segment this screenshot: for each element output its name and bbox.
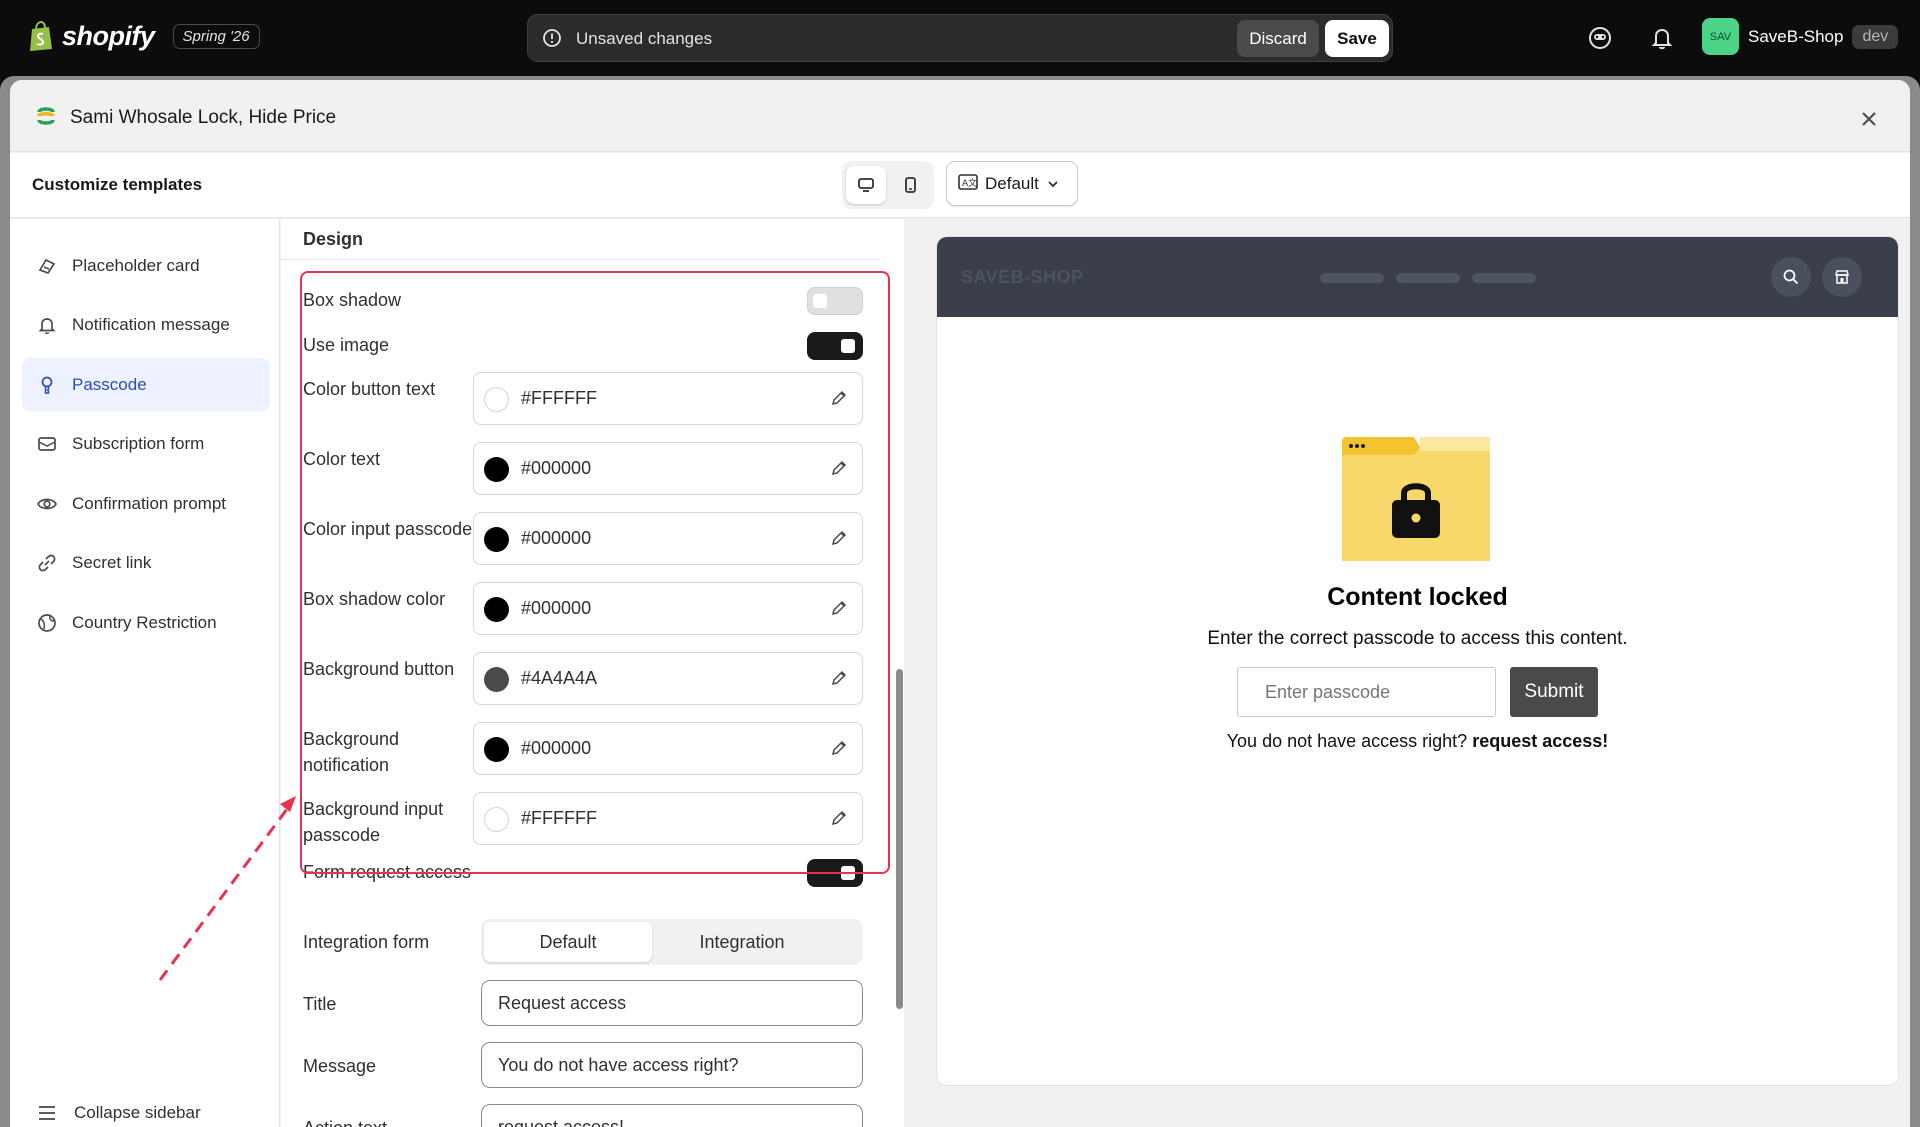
close-icon[interactable]	[1858, 108, 1880, 130]
bell-icon[interactable]	[1648, 24, 1676, 52]
sidebar-item-label: Subscription form	[72, 433, 205, 453]
shopify-wordmark: shopify	[62, 20, 155, 51]
annotation-arrow	[158, 796, 296, 981]
locked-folder-icon	[1342, 437, 1490, 561]
sidebar-item-notification-message[interactable]: Notification message	[22, 298, 270, 351]
mobile-icon	[905, 177, 916, 193]
store-header: SAVEB-SHOP	[937, 237, 1898, 317]
nav-placeholder	[1396, 273, 1460, 283]
collapse-sidebar-label: Collapse sidebar	[74, 1103, 201, 1122]
sidekick-icon[interactable]	[1586, 24, 1614, 52]
preview-area: SAVEB-SHOP Content locked Enter the corr…	[905, 219, 1910, 1127]
sidebar-item-country-restriction[interactable]: Country Restriction	[22, 596, 270, 649]
sidebar-item-label: Notification message	[72, 314, 230, 334]
page-title: Customize templates	[32, 175, 203, 194]
locked-message: Enter the correct passcode to access thi…	[1207, 628, 1628, 649]
message-input[interactable]	[481, 1042, 863, 1088]
store-avatar: SAV	[1702, 18, 1739, 55]
store-brand: SAVEB-SHOP	[961, 267, 1084, 287]
scrollbar-thumb[interactable]	[896, 669, 903, 1009]
shopify-topbar: shopify Spring '26 Unsaved changes Disca…	[0, 0, 1920, 76]
sidebar-item-passcode[interactable]: Passcode	[22, 358, 270, 411]
sidebar-item-confirmation-prompt[interactable]: Confirmation prompt	[22, 477, 270, 530]
mail-icon	[38, 436, 56, 451]
link-icon	[38, 554, 56, 571]
key-icon	[41, 376, 53, 394]
sidebar-item-label: Confirmation prompt	[72, 493, 227, 513]
message-label: Message	[303, 1056, 377, 1076]
sidebar-item-secret-link[interactable]: Secret link	[22, 536, 270, 589]
integration-form-label: Integration form	[303, 932, 430, 952]
sidebar-item-label: Secret link	[72, 552, 152, 572]
submit-button[interactable]: Submit	[1510, 667, 1598, 717]
app-logo-icon	[37, 107, 55, 125]
store-shop-button[interactable]	[1822, 257, 1862, 297]
design-section-title: Design	[303, 229, 364, 249]
desktop-icon	[858, 178, 874, 192]
locked-title: Content locked	[1327, 583, 1508, 611]
chevron-down-icon	[1048, 180, 1058, 187]
highlight-box	[300, 271, 890, 874]
svg-text:文: 文	[968, 177, 977, 189]
sidebar-item-placeholder-card[interactable]: Placeholder card	[22, 239, 270, 292]
divider	[281, 259, 881, 260]
discard-button[interactable]: Discard	[1237, 20, 1319, 57]
title-input[interactable]	[481, 980, 863, 1026]
access-request-line: You do not have access right? request ac…	[937, 731, 1898, 752]
nav-placeholder	[1472, 273, 1536, 283]
save-button[interactable]: Save	[1325, 20, 1389, 57]
passcode-input[interactable]	[1237, 667, 1496, 717]
sidebar-item-label: Passcode	[72, 374, 147, 394]
modal-header: Sami Whosale Lock, Hide Price	[10, 80, 1910, 152]
shopify-bag-icon	[30, 20, 52, 51]
menu-icon	[39, 1106, 55, 1120]
store-icon	[1835, 270, 1849, 284]
customize-toolbar: Customize templates A 文 Default	[10, 153, 1910, 218]
collapse-sidebar-button[interactable]: Collapse sidebar	[22, 1102, 201, 1124]
eye-icon	[37, 498, 57, 509]
design-settings-panel: Design Box shadow Use image Color button…	[281, 219, 904, 1127]
app-title: Sami Whosale Lock, Hide Price	[70, 107, 337, 128]
unsaved-changes-bar: Unsaved changes Discard Save	[527, 14, 1393, 62]
bell-icon	[38, 317, 56, 334]
store-name: SaveB-Shop	[1748, 26, 1844, 46]
sidebar-item-label: Country Restriction	[72, 612, 217, 632]
device-toggle	[842, 161, 934, 209]
integration-option-default[interactable]: Default	[484, 922, 652, 962]
store-dev-badge: dev	[1852, 24, 1899, 49]
card-icon	[38, 258, 56, 274]
access-request-text: You do not have access right?	[1226, 731, 1468, 751]
store-preview: SAVEB-SHOP Content locked Enter the corr…	[937, 237, 1898, 1085]
shopify-logo[interactable]: shopify Spring '26	[28, 20, 260, 52]
language-select[interactable]: A 文 Default	[946, 161, 1078, 206]
alert-circle-icon	[543, 29, 561, 47]
action-text-label: Action text	[303, 1115, 387, 1127]
store-switcher[interactable]: SAV SaveB-Shop dev	[1702, 18, 1899, 55]
desktop-view-button[interactable]	[846, 166, 886, 204]
search-icon	[1783, 269, 1799, 285]
action-text-input[interactable]	[481, 1104, 863, 1127]
unsaved-changes-text: Unsaved changes	[576, 29, 713, 48]
request-access-link[interactable]: request access!	[1472, 731, 1608, 751]
integration-form-segmented: Default Integration	[481, 919, 863, 965]
edition-badge: Spring '26	[172, 23, 260, 49]
title-label: Title	[303, 994, 337, 1014]
sidebar-item-label: Placeholder card	[72, 255, 200, 275]
store-search-button[interactable]	[1771, 257, 1811, 297]
globe-icon	[38, 613, 56, 632]
language-select-value: Default	[985, 173, 1039, 193]
sidebar-item-subscription-form[interactable]: Subscription form	[22, 417, 270, 470]
integration-option-integration[interactable]: Integration	[658, 922, 826, 962]
template-sidebar: Placeholder card Notification message Pa…	[10, 219, 280, 1127]
mobile-view-button[interactable]	[890, 166, 930, 204]
translate-icon: A 文	[958, 173, 978, 190]
nav-placeholder	[1320, 273, 1384, 283]
